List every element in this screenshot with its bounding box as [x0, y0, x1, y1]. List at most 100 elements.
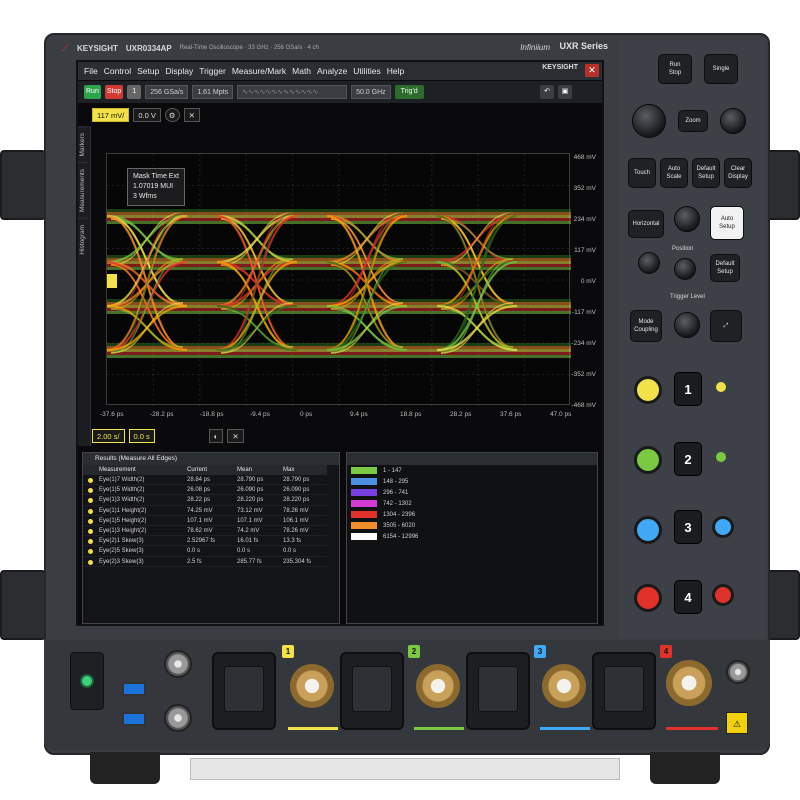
menu-measure[interactable]: Measure/Mark — [232, 66, 286, 76]
channel2-knob[interactable] — [634, 446, 662, 474]
default-setup-button[interactable]: Default Setup — [692, 158, 720, 188]
aux-connector-top[interactable] — [164, 650, 192, 678]
usb-port-2[interactable] — [122, 712, 146, 726]
sample-rate-field[interactable]: 256 GSa/s — [145, 85, 189, 99]
default-button[interactable]: Default Setup — [710, 254, 740, 282]
channel2-input-connector[interactable] — [416, 664, 460, 708]
channel2-tag: 2 — [408, 645, 420, 658]
side-tab-measurements[interactable]: Measurements — [78, 162, 87, 219]
position-label: Position — [672, 246, 694, 252]
results-header-cell[interactable]: Measurement — [97, 465, 185, 475]
histogram-row: 1304 - 2396 — [347, 509, 597, 520]
channel1-offset[interactable]: 0.0 V — [133, 108, 161, 122]
stop-button[interactable]: Stop — [104, 85, 124, 99]
channel1-scale[interactable]: 117 mV/ — [92, 108, 130, 122]
zoom-button[interactable]: Zoom — [678, 110, 708, 132]
timebase-settings-icon[interactable]: ◐ — [208, 429, 224, 443]
trigger-status-badge[interactable]: Trig'd — [394, 85, 424, 99]
results-title: Results (Measure All Edges) — [83, 453, 339, 465]
auto-scale-button[interactable]: Auto Scale — [660, 158, 688, 188]
channel2-button[interactable]: 2 — [674, 442, 702, 476]
menu-analyze[interactable]: Analyze — [317, 66, 347, 76]
menu-trigger[interactable]: Trigger — [199, 66, 226, 76]
power-button[interactable] — [70, 652, 104, 710]
results-cell: Eye(2)1 Skew(3) — [97, 536, 185, 547]
histogram-label: 1304 - 2396 — [383, 511, 416, 518]
y-axis-label: 234 mV — [573, 216, 596, 223]
histogram-swatch — [351, 522, 377, 529]
model-number: UXR0334AP — [125, 43, 172, 53]
trigger-mode-button[interactable]: Mode Coupling — [630, 310, 662, 342]
channel1-input-connector[interactable] — [290, 664, 334, 708]
single-key-button[interactable]: Single — [704, 54, 738, 84]
ground-connector[interactable] — [726, 660, 750, 684]
brand-name: KEYSIGHT — [77, 43, 118, 53]
undo-icon[interactable]: ↶ — [540, 85, 554, 99]
horizontal-position-knob[interactable] — [674, 258, 696, 280]
bandwidth-field[interactable]: 50.0 GHz — [351, 85, 391, 99]
results-cell: Eye(1)3 Width(2) — [97, 495, 185, 506]
x-axis-label: 9.4 ps — [350, 411, 368, 418]
warning-icon: ⚠ — [726, 712, 748, 734]
foot-left — [90, 752, 160, 784]
channel1-button[interactable]: 1 — [674, 372, 702, 406]
general-purpose-knob[interactable] — [632, 104, 666, 138]
horizontal-button[interactable]: Horizontal — [628, 210, 664, 238]
aux-connector-bottom[interactable] — [164, 704, 192, 732]
results-header-cell[interactable]: Max — [281, 465, 327, 475]
close-icon[interactable]: ✕ — [585, 64, 599, 77]
results-header-cell[interactable]: Current — [185, 465, 235, 475]
timebase-close-icon[interactable]: ✕ — [227, 429, 244, 443]
run-stop-button[interactable]: Run Stop — [658, 54, 692, 84]
results-cell: Eye(1)1 Height(2) — [97, 506, 185, 516]
histogram-swatch — [351, 533, 377, 540]
channel3-knob[interactable] — [634, 516, 662, 544]
results-cell: 106.1 mV — [281, 516, 327, 526]
touch-button[interactable]: Touch — [628, 158, 656, 188]
channel4-button[interactable]: 4 — [674, 580, 702, 614]
menu-utilities[interactable]: Utilities — [353, 66, 380, 76]
results-header-cell[interactable]: Mean — [235, 465, 281, 475]
secondary-knob[interactable] — [720, 108, 746, 134]
side-tab-histogram[interactable]: Histogram — [78, 218, 87, 262]
channel1-knob[interactable] — [634, 376, 662, 404]
timebase-delay[interactable]: 0.0 s — [128, 429, 155, 443]
results-cell: Eye(2)3 Skew(3) — [97, 557, 185, 567]
run-button[interactable]: Run — [84, 85, 101, 99]
channel1-offset-knob[interactable] — [716, 382, 726, 392]
horizontal-scale-knob[interactable] — [674, 206, 700, 232]
position-knob[interactable] — [638, 252, 660, 274]
histogram-row: 6154 - 12996 — [347, 531, 597, 542]
menu-display[interactable]: Display — [165, 66, 193, 76]
close-channel-icon[interactable]: ✕ — [183, 108, 200, 122]
settings-icon[interactable]: ⚙ — [164, 108, 180, 122]
channel3-button[interactable]: 3 — [674, 510, 702, 544]
results-cell: 2.5 fs — [185, 557, 235, 567]
clear-display-button[interactable]: Clear Display — [724, 158, 752, 188]
trigger-setup-button[interactable]: ⤢ — [710, 310, 742, 342]
menu-control[interactable]: Control — [104, 66, 131, 76]
timebase-scale[interactable]: 2.00 s/ — [92, 429, 125, 443]
menu-help[interactable]: Help — [387, 66, 404, 76]
mask-info-line1: Mask Time Ext — [133, 173, 179, 180]
channel4-offset-knob[interactable] — [712, 584, 734, 606]
menu-math[interactable]: Math — [292, 66, 311, 76]
channel-ground-marker[interactable] — [107, 274, 117, 288]
channel4-knob[interactable] — [634, 584, 662, 612]
side-tab-markers[interactable]: Markers — [78, 126, 87, 163]
single-button[interactable]: 1 — [127, 85, 142, 99]
channel4-input-connector[interactable] — [666, 660, 712, 706]
channel3-offset-knob[interactable] — [712, 516, 734, 538]
channel2-offset-knob[interactable] — [716, 452, 726, 462]
usb-port-1[interactable] — [122, 682, 146, 696]
screenshot-icon[interactable]: ▣ — [558, 85, 572, 99]
trigger-level-knob[interactable] — [674, 312, 700, 338]
menu-file[interactable]: File — [84, 66, 98, 76]
eye-diagram-plot[interactable]: Mask Time Ext 1.07019 MUI 3 Wfms — [106, 153, 571, 406]
memory-depth-field[interactable]: 1.61 Mpts — [192, 85, 234, 99]
auto-setup-button[interactable]: Auto Setup — [710, 206, 744, 240]
menu-setup[interactable]: Setup — [137, 66, 159, 76]
results-row-marker — [83, 516, 97, 526]
channel3-input-connector[interactable] — [542, 664, 586, 708]
results-header-cell[interactable] — [83, 465, 97, 475]
